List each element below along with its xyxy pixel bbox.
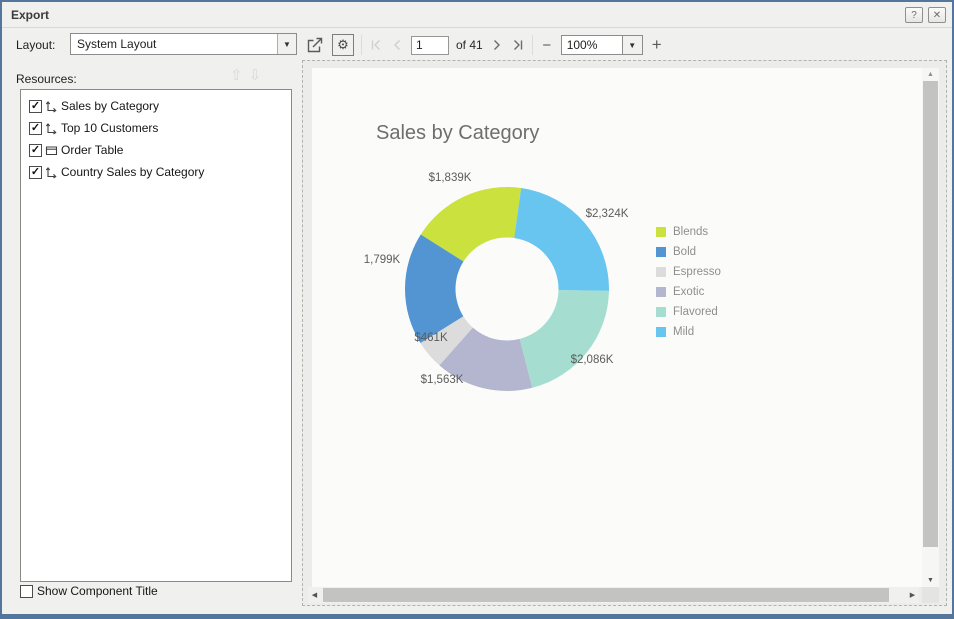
vertical-scrollbar[interactable]: ▲ ▼ — [922, 68, 939, 587]
scroll-left-icon[interactable]: ◀ — [308, 587, 321, 603]
legend-swatch — [656, 307, 666, 317]
next-page-icon — [490, 38, 504, 52]
layout-dropdown-value: System Layout — [71, 34, 277, 54]
donut-slice-flavored — [520, 290, 609, 388]
show-component-title-label: Show Component Title — [37, 584, 158, 598]
resource-label: Sales by Category — [61, 99, 159, 113]
donut-chart — [312, 68, 922, 587]
legend-item-espresso: Espresso — [656, 262, 721, 282]
scroll-right-icon[interactable]: ▶ — [906, 587, 919, 603]
legend-label: Blends — [673, 226, 708, 238]
slice-label-exotic: $1,563K — [421, 374, 464, 386]
layout-dropdown[interactable]: System Layout ▼ — [70, 33, 297, 55]
last-page-icon — [511, 38, 525, 52]
xy-chart-icon — [45, 166, 58, 179]
resource-item-top-10-customers[interactable]: ✓ Top 10 Customers — [21, 117, 291, 139]
previous-page-button[interactable] — [390, 38, 404, 52]
gear-icon: ⚙ — [337, 37, 349, 53]
resource-checkbox[interactable]: ✓ — [29, 122, 42, 135]
layout-label: Layout: — [16, 38, 55, 52]
resources-list: ✓ Sales by Category ✓ Top 10 Customers ✓ Orde… — [20, 89, 292, 582]
close-icon[interactable]: ✕ — [928, 7, 946, 23]
zoom-value: 100% — [561, 35, 623, 55]
move-up-icon[interactable]: ⇧ — [230, 66, 243, 84]
scroll-up-icon[interactable]: ▲ — [922, 68, 939, 81]
slice-label-blends: $1,839K — [429, 172, 472, 184]
window-buttons: ? ✕ — [905, 7, 946, 23]
resource-item-country-sales-by-category[interactable]: ✓ Country Sales by Category — [21, 161, 291, 183]
legend-item-blends: Blends — [656, 222, 721, 242]
resource-label: Order Table — [61, 143, 123, 157]
show-component-title-checkbox[interactable] — [20, 585, 33, 598]
legend-label: Exotic — [673, 286, 704, 298]
reorder-buttons: ⇧ ⇩ — [230, 66, 261, 84]
resource-item-sales-by-category[interactable]: ✓ Sales by Category — [21, 95, 291, 117]
legend-label: Flavored — [673, 306, 718, 318]
slice-label-flavored: $2,086K — [571, 354, 614, 366]
legend-item-exotic: Exotic — [656, 282, 721, 302]
export-dialog: Export ? ✕ Layout: System Layout ▼ ⚙ — [0, 0, 954, 619]
preview-page: Sales by Category BlendsBoldEspressoExot… — [312, 68, 922, 587]
legend-item-mild: Mild — [656, 322, 721, 342]
legend-swatch — [656, 247, 666, 257]
legend-swatch — [656, 227, 666, 237]
resources-label: Resources: — [16, 72, 77, 86]
last-page-button[interactable] — [511, 38, 525, 52]
resource-checkbox[interactable]: ✓ — [29, 100, 42, 113]
chart-legend: Blends Bold Espresso Exotic Flavored Mild — [656, 222, 721, 342]
legend-label: Mild — [673, 326, 694, 338]
resource-checkbox[interactable]: ✓ — [29, 144, 42, 157]
toolbar-separator — [532, 35, 533, 55]
table-icon — [45, 144, 58, 157]
export-button[interactable] — [305, 36, 325, 55]
first-page-icon — [369, 38, 383, 52]
toolbar-separator — [361, 35, 362, 55]
horizontal-scrollbar[interactable]: ◀ ▶ — [308, 587, 919, 603]
previous-page-icon — [390, 38, 404, 52]
horizontal-scrollbar-thumb[interactable] — [323, 588, 889, 602]
show-component-title-row[interactable]: Show Component Title — [20, 584, 158, 598]
page-total-label: of 41 — [456, 38, 483, 52]
legend-swatch — [656, 267, 666, 277]
export-icon — [305, 36, 325, 55]
dialog-titlebar: Export ? ✕ — [2, 2, 952, 28]
settings-button[interactable]: ⚙ — [332, 34, 354, 56]
xy-chart-icon — [45, 100, 58, 113]
scrollbar-corner — [922, 587, 939, 603]
legend-label: Bold — [673, 246, 696, 258]
resource-label: Country Sales by Category — [61, 165, 204, 179]
preview-area: Sales by Category BlendsBoldEspressoExot… — [302, 60, 947, 606]
slice-label-bold: 1,799K — [364, 254, 400, 266]
slice-label-mild: $2,324K — [586, 208, 629, 220]
legend-swatch — [656, 287, 666, 297]
slice-label-espresso: $461K — [414, 332, 447, 344]
resource-label: Top 10 Customers — [61, 121, 158, 135]
vertical-scrollbar-thumb[interactable] — [923, 81, 938, 547]
zoom-in-button[interactable]: + — [650, 35, 664, 55]
first-page-button[interactable] — [369, 38, 383, 52]
preview-toolbar: ⚙ of 41 — [305, 30, 664, 60]
legend-label: Espresso — [673, 266, 721, 278]
scroll-down-icon[interactable]: ▼ — [922, 574, 939, 587]
resource-item-order-table[interactable]: ✓ Order Table — [21, 139, 291, 161]
chevron-down-icon[interactable]: ▼ — [623, 35, 643, 55]
legend-item-flavored: Flavored — [656, 302, 721, 322]
legend-swatch — [656, 327, 666, 337]
page-number-input[interactable] — [411, 36, 449, 55]
help-icon[interactable]: ? — [905, 7, 923, 23]
resource-checkbox[interactable]: ✓ — [29, 166, 42, 179]
xy-chart-icon — [45, 122, 58, 135]
donut-slice-mild — [514, 188, 609, 291]
horizontal-scrollbar-track[interactable] — [321, 587, 906, 603]
dialog-title: Export — [11, 8, 49, 22]
next-page-button[interactable] — [490, 38, 504, 52]
zoom-out-button[interactable]: − — [540, 37, 554, 54]
zoom-combo[interactable]: 100% ▼ — [561, 35, 643, 55]
legend-item-bold: Bold — [656, 242, 721, 262]
move-down-icon[interactable]: ⇩ — [249, 66, 262, 84]
chevron-down-icon[interactable]: ▼ — [277, 34, 296, 54]
